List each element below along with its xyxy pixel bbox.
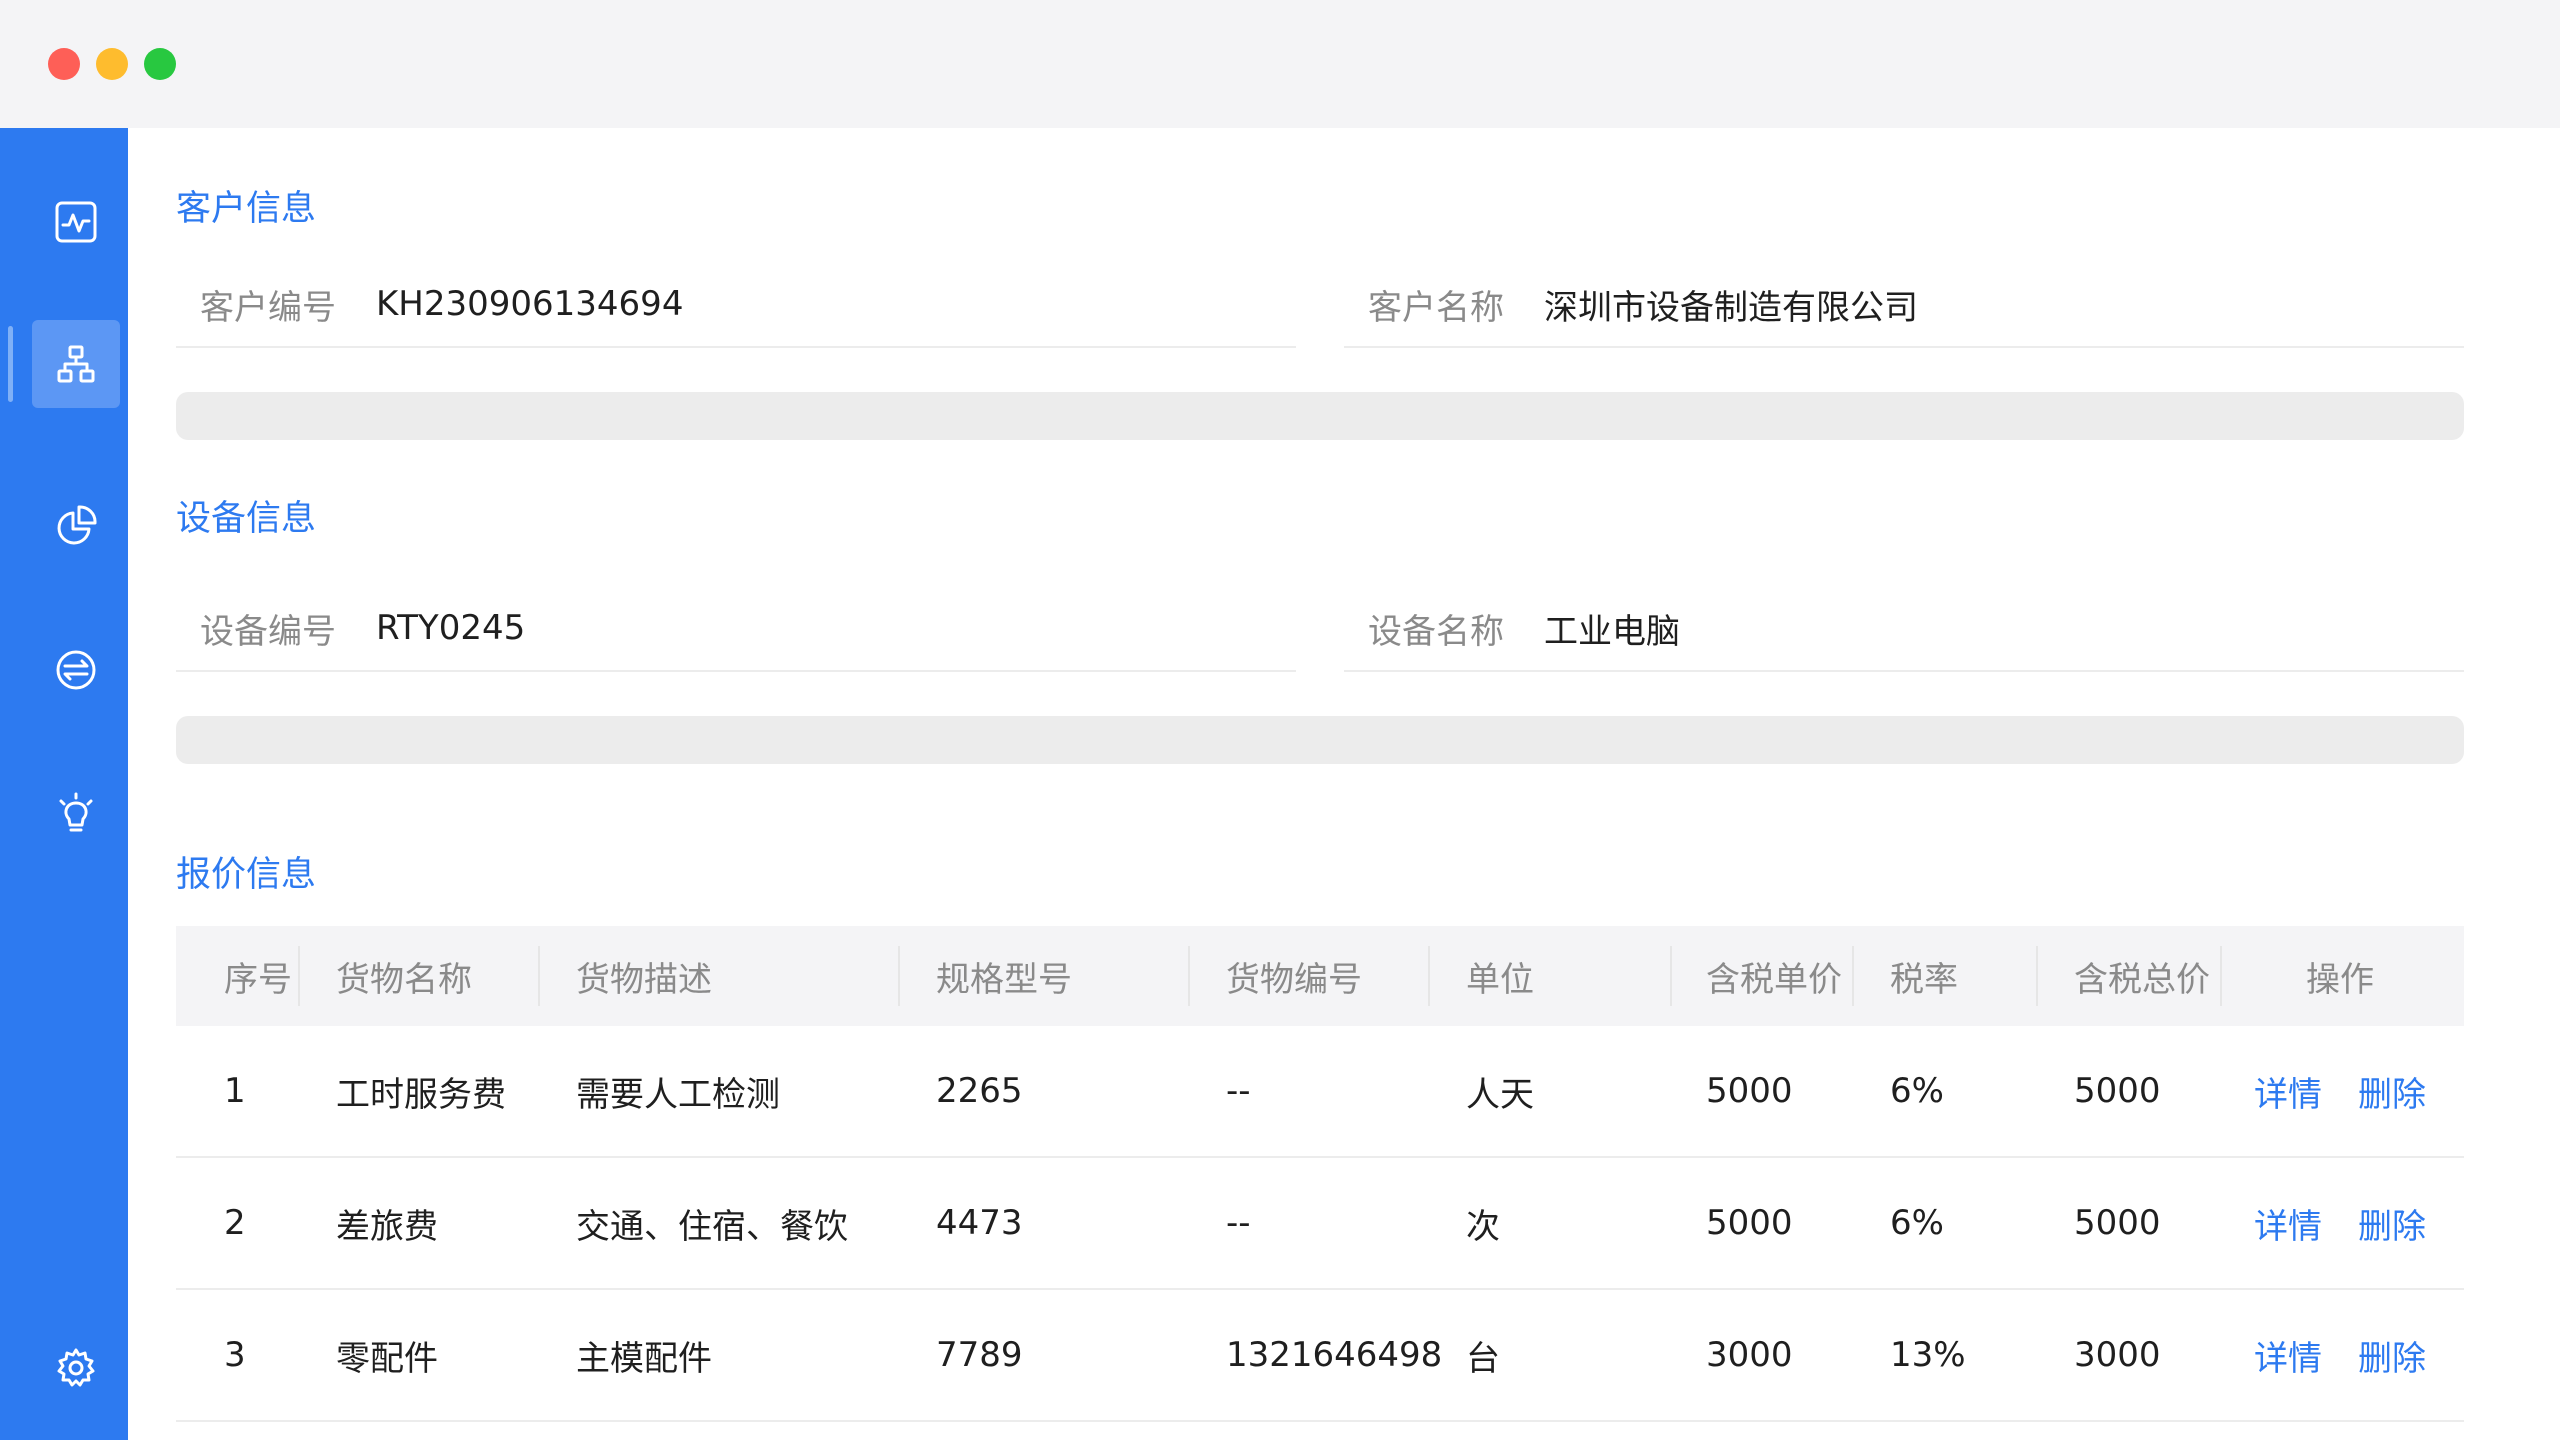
pie-chart-icon (57, 505, 97, 545)
window-titlebar (0, 0, 2560, 128)
table-row: 3 零配件 主模配件 7789 1321646498 台 3000 13% 30… (176, 1290, 2464, 1422)
col-divider (1670, 946, 1672, 1006)
table-row: 2 差旅费 交通、住宿、餐饮 4473 -- 次 5000 6% 5000 详情… (176, 1158, 2464, 1290)
cell-name: 差旅费 (336, 1206, 438, 1247)
cell-total: 5000 (2074, 1203, 2161, 1243)
cell-spec: 4473 (936, 1203, 1023, 1243)
activity-monitor-icon (55, 201, 97, 243)
col-divider (1188, 946, 1190, 1006)
cell-name: 工时服务费 (336, 1074, 506, 1115)
delete-link[interactable]: 删除 (2358, 1158, 2426, 1288)
detail-link[interactable]: 详情 (2254, 1290, 2322, 1420)
sidebar-active-indicator (8, 326, 13, 402)
cell-tax: 13% (1890, 1335, 1966, 1375)
col-header-desc: 货物描述 (576, 959, 712, 1000)
window-close-button[interactable] (48, 48, 80, 80)
col-header-code: 货物编号 (1226, 959, 1362, 1000)
quote-section-title: 报价信息 (176, 855, 317, 895)
col-divider (298, 946, 300, 1006)
cell-desc: 需要人工检测 (576, 1074, 780, 1115)
col-divider (2220, 946, 2222, 1006)
cell-no: 3 (224, 1335, 246, 1375)
col-divider (2036, 946, 2038, 1006)
col-header-tax: 税率 (1890, 959, 1958, 1000)
cell-price: 5000 (1706, 1203, 1793, 1243)
detail-link[interactable]: 详情 (2254, 1158, 2322, 1288)
device-id-label: 设备编号 (200, 611, 336, 652)
cell-tax: 6% (1890, 1071, 1944, 1111)
table-row: 1 工时服务费 需要人工检测 2265 -- 人天 5000 6% 5000 详… (176, 1026, 2464, 1158)
cell-spec: 7789 (936, 1335, 1023, 1375)
device-id-field: 设备编号 RTY0245 (176, 586, 1296, 672)
delete-link[interactable]: 删除 (2358, 1290, 2426, 1420)
customer-section-title: 客户信息 (176, 189, 317, 229)
cell-name: 零配件 (336, 1338, 438, 1379)
col-header-no: 序号 (224, 959, 292, 1000)
quote-table-header: 序号 货物名称 货物描述 规格型号 货物编号 单位 含税单价 税率 含税总价 操… (176, 926, 2464, 1026)
org-chart-icon (57, 345, 95, 383)
device-name-value: 工业电脑 (1544, 611, 1680, 652)
device-id-value: RTY0245 (376, 608, 526, 648)
col-header-unit: 单位 (1466, 959, 1534, 1000)
window-minimize-button[interactable] (96, 48, 128, 80)
col-header-actions: 操作 (2306, 959, 2374, 1000)
col-header-name: 货物名称 (336, 959, 472, 1000)
main-content: 客户信息 客户编号 KH230906134694 客户名称 深圳市设备制造有限公… (128, 128, 2560, 1440)
cell-no: 2 (224, 1203, 246, 1243)
cell-desc: 主模配件 (576, 1338, 712, 1379)
cell-code: 1321646498 (1226, 1335, 1443, 1375)
cell-unit: 人天 (1466, 1074, 1534, 1115)
sidebar-item-ideas[interactable] (32, 770, 120, 858)
exchange-icon (56, 650, 96, 690)
sidebar-item-monitor[interactable] (32, 178, 120, 266)
window-maximize-button[interactable] (144, 48, 176, 80)
sidebar-item-statistics[interactable] (32, 482, 120, 570)
customer-name-value: 深圳市设备制造有限公司 (1544, 287, 1918, 328)
device-name-field: 设备名称 工业电脑 (1344, 586, 2464, 672)
col-divider (538, 946, 540, 1006)
col-divider (1852, 946, 1854, 1006)
sidebar-item-settings[interactable] (32, 1324, 120, 1412)
customer-name-field: 客户名称 深圳市设备制造有限公司 (1344, 262, 2464, 348)
gear-icon (57, 1348, 95, 1387)
device-name-label: 设备名称 (1368, 611, 1504, 652)
device-section-divider-bar (176, 716, 2464, 764)
cell-tax: 6% (1890, 1203, 1944, 1243)
cell-total: 5000 (2074, 1071, 2161, 1111)
customer-name-label: 客户名称 (1368, 287, 1504, 328)
detail-link[interactable]: 详情 (2254, 1026, 2322, 1156)
cell-price: 5000 (1706, 1071, 1793, 1111)
col-divider (1428, 946, 1430, 1006)
sidebar (0, 128, 128, 1440)
customer-id-value: KH230906134694 (376, 284, 684, 324)
cell-unit: 次 (1466, 1206, 1500, 1247)
customer-section-divider-bar (176, 392, 2464, 440)
cell-code: -- (1226, 1203, 1251, 1243)
cell-desc: 交通、住宿、餐饮 (576, 1206, 848, 1247)
sidebar-item-exchange[interactable] (32, 626, 120, 714)
device-section-title: 设备信息 (176, 499, 317, 539)
customer-id-field: 客户编号 KH230906134694 (176, 262, 1296, 348)
cell-spec: 2265 (936, 1071, 1023, 1111)
delete-link[interactable]: 删除 (2358, 1026, 2426, 1156)
cell-no: 1 (224, 1071, 246, 1111)
customer-id-label: 客户编号 (200, 287, 336, 328)
col-header-spec: 规格型号 (936, 959, 1072, 1000)
col-header-total: 含税总价 (2074, 959, 2210, 1000)
cell-unit: 台 (1466, 1338, 1500, 1379)
cell-price: 3000 (1706, 1335, 1793, 1375)
quote-table: 序号 货物名称 货物描述 规格型号 货物编号 单位 含税单价 税率 含税总价 操… (176, 926, 2464, 1422)
sidebar-item-organization[interactable] (32, 320, 120, 408)
col-header-price: 含税单价 (1706, 959, 1842, 1000)
lightbulb-icon (59, 792, 93, 832)
cell-code: -- (1226, 1071, 1251, 1111)
col-divider (898, 946, 900, 1006)
cell-total: 3000 (2074, 1335, 2161, 1375)
